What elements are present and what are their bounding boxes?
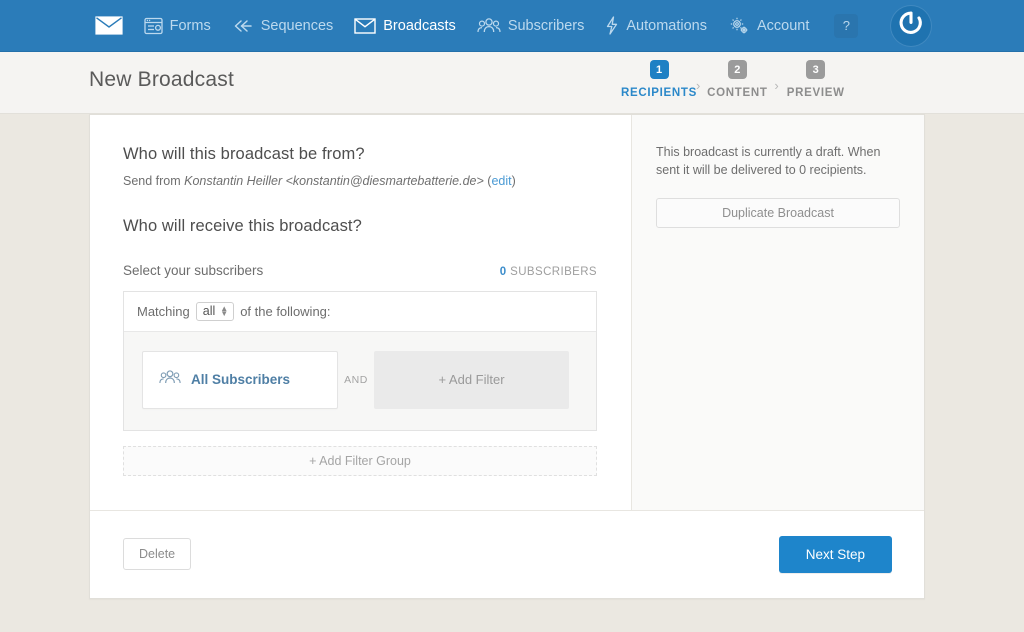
step-badge-3: 3: [806, 60, 826, 79]
nav-item-broadcasts[interactable]: Broadcasts: [352, 15, 458, 37]
nav-item-automations[interactable]: Automations: [603, 13, 709, 38]
subscriber-count: 0 SUBSCRIBERS: [500, 266, 597, 278]
select-subscribers-label: Select your subscribers: [123, 262, 264, 278]
envelope-icon: [354, 17, 376, 34]
matching-select-value: all: [202, 303, 216, 318]
matching-suffix: of the following:: [240, 303, 331, 319]
gears-icon: [728, 16, 750, 36]
subscribers-row: Select your subscribers 0 SUBSCRIBERS: [123, 263, 597, 278]
nav-item-account[interactable]: Account: [726, 13, 811, 39]
step-label-recipients: RECIPIENTS: [620, 87, 697, 99]
nav-item-subscribers[interactable]: Subscribers: [475, 14, 587, 37]
broadcast-status-panel: This broadcast is currently a draft. Whe…: [632, 115, 924, 510]
filter-tile-label: All Subscribers: [191, 372, 291, 387]
next-step-button[interactable]: Next Step: [778, 535, 892, 573]
step-badge-2: 2: [727, 60, 747, 79]
nav-label-broadcasts: Broadcasts: [383, 17, 456, 34]
filter-panel: Matching all ▲ ▼ of the following: All S…: [123, 290, 597, 431]
help-button[interactable]: ?: [834, 13, 859, 38]
step-label-content: CONTENT: [707, 87, 768, 99]
matching-bar: Matching all ▲ ▼ of the following:: [124, 291, 596, 332]
nav-label-automations: Automations: [626, 17, 707, 34]
nav-label-account: Account: [756, 17, 810, 34]
page-title: New Broadcast: [89, 68, 234, 91]
broadcast-card: Who will this broadcast be from? Send fr…: [89, 114, 925, 599]
filter-tile-all-subscribers[interactable]: All Subscribers: [142, 350, 338, 409]
receive-heading: Who will receive this broadcast?: [123, 216, 362, 235]
nav-label-sequences: Sequences: [260, 17, 334, 34]
filter-conjunction: AND: [344, 373, 368, 386]
power-logo-icon: [898, 10, 924, 41]
people-group-icon: [159, 369, 181, 390]
step-indicator: 1 RECIPIENTS › 2 CONTENT › 3 PREVIEW: [612, 60, 863, 99]
add-filter-group-button[interactable]: + Add Filter Group: [123, 445, 597, 476]
lightning-bolt-icon: [605, 16, 619, 35]
subscriber-count-label: SUBSCRIBERS: [510, 265, 597, 278]
nav-item-sequences[interactable]: Sequences: [230, 15, 336, 37]
brand-logo-button[interactable]: [891, 5, 932, 46]
step-badge-1: 1: [649, 60, 669, 79]
page-stage: Who will this broadcast be from? Send fr…: [0, 114, 1024, 632]
subscriber-count-value: 0: [499, 265, 507, 278]
send-from-identity: Konstantin Heiller <konstantin@diesmarte…: [184, 174, 484, 188]
from-heading: Who will this broadcast be from?: [123, 145, 365, 163]
envelope-icon: [95, 16, 123, 35]
step-preview[interactable]: 3 PREVIEW: [769, 60, 863, 99]
forms-window-icon: [143, 17, 163, 35]
duplicate-broadcast-button[interactable]: Duplicate Broadcast: [656, 198, 900, 229]
filter-row: All Subscribers AND + Add Filter: [124, 332, 596, 430]
draft-status-text: This broadcast is currently a draft. Whe…: [656, 145, 881, 178]
card-footer: Delete Next Step: [90, 509, 924, 598]
card-body: Who will this broadcast be from? Send fr…: [90, 115, 924, 510]
edit-sender-link[interactable]: edit: [491, 174, 511, 188]
chevron-updown-icon: ▲ ▼: [220, 303, 229, 318]
rewind-arrow-icon: [232, 18, 254, 34]
nav-item-forms[interactable]: Forms: [142, 14, 213, 38]
matching-prefix: Matching: [137, 303, 190, 319]
step-label-preview: PREVIEW: [786, 87, 845, 99]
add-filter-button[interactable]: + Add Filter: [374, 350, 569, 409]
people-group-icon: [477, 17, 501, 34]
page-subheader: New Broadcast 1 RECIPIENTS › 2 CONTENT ›…: [0, 52, 1024, 114]
send-from-line: Send from Konstantin Heiller <konstantin…: [123, 173, 597, 191]
delete-button[interactable]: Delete: [123, 538, 192, 570]
recipients-column: Who will this broadcast be from? Send fr…: [90, 115, 632, 510]
nav-label-subscribers: Subscribers: [507, 17, 585, 34]
matching-select[interactable]: all ▲ ▼: [195, 301, 235, 321]
nav-home-envelope[interactable]: [93, 13, 125, 38]
send-from-prefix: Send from: [123, 174, 185, 188]
paren-close: ): [511, 174, 516, 188]
nav-label-forms: Forms: [169, 17, 211, 34]
top-navbar: Forms Sequences Broadcasts Subscribers A…: [0, 0, 1024, 52]
